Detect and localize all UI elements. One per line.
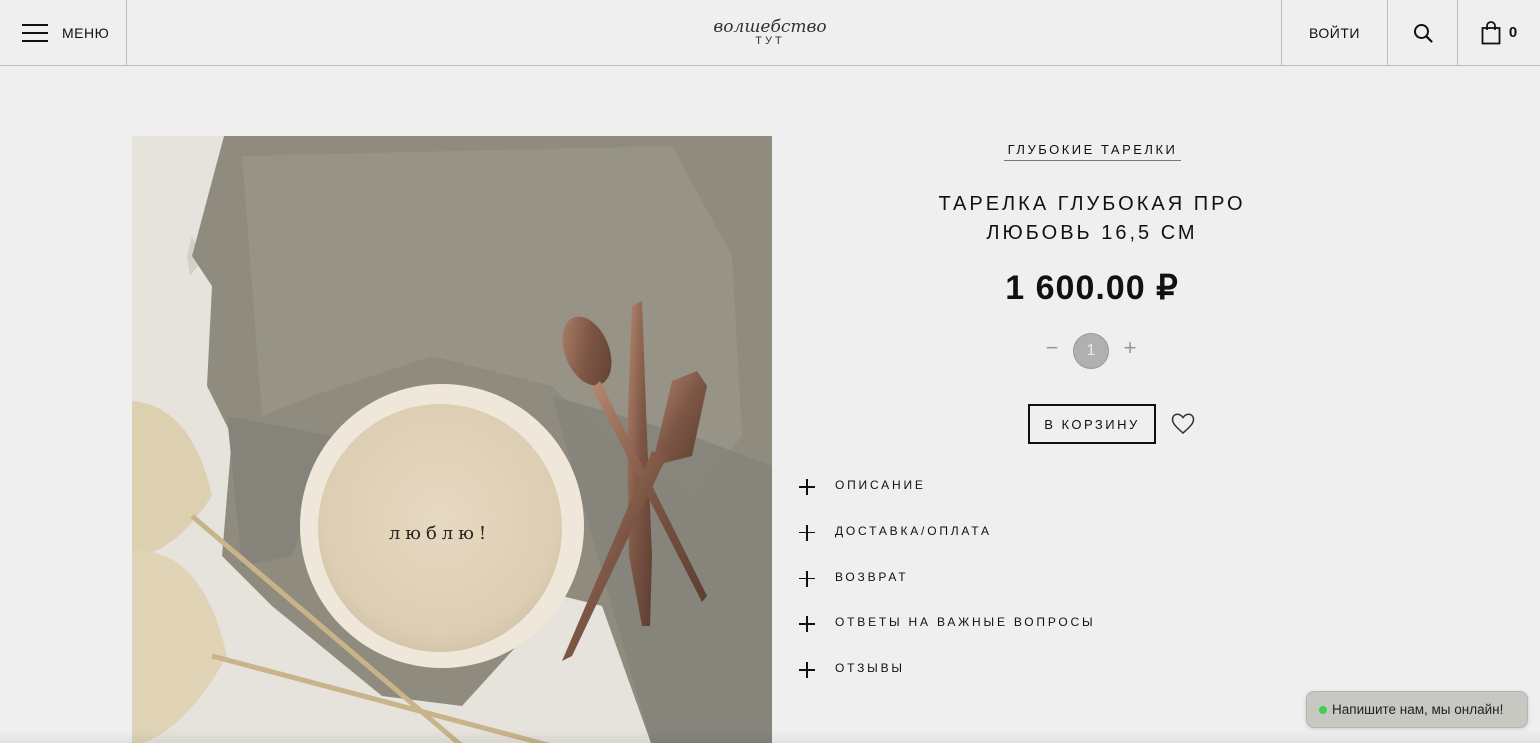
cart-button[interactable]: 0 <box>1458 0 1540 65</box>
accordion-label: ОТЗЫВЫ <box>835 661 905 676</box>
accordion-item-returns[interactable]: ВОЗВРАТ <box>798 564 1218 610</box>
cart-count: 0 <box>1508 24 1518 41</box>
login-label: ВОЙТИ <box>1309 24 1360 41</box>
search-icon <box>1413 23 1433 43</box>
login-button[interactable]: ВОЙТИ <box>1281 0 1388 65</box>
favorite-button[interactable] <box>1171 413 1195 435</box>
add-to-cart-button[interactable]: В КОРЗИНУ <box>1028 404 1156 444</box>
accordion-item-delivery[interactable]: ДОСТАВКА/ОПЛАТА <box>798 518 1218 564</box>
online-status-dot <box>1319 705 1327 714</box>
site-header: МЕНЮ волшебство ТУТ ВОЙТИ 0 <box>0 0 1540 66</box>
product-photo: люблю! <box>132 136 772 743</box>
accordion-label: ОПИСАНИЕ <box>835 478 926 492</box>
plus-icon <box>798 615 816 633</box>
product-details-accordion: ОПИСАНИЕ ДОСТАВКА/ОПЛАТА ВОЗВРАТ ОТВЕТЫ … <box>798 472 1218 701</box>
accordion-label: ОТВЕТЫ НА ВАЖНЫЕ ВОПРОСЫ <box>835 615 1096 630</box>
quantity-value[interactable]: 1 <box>1073 333 1109 369</box>
quantity-decrease-button[interactable]: − <box>1040 335 1064 363</box>
quantity-increase-button[interactable]: + <box>1118 335 1142 363</box>
product-category-link[interactable]: ГЛУБОКИЕ ТАРЕЛКИ <box>1004 142 1181 161</box>
plus-icon <box>798 524 816 542</box>
plus-icon <box>798 478 816 496</box>
chat-widget-label: Напишите нам, мы онлайн! <box>1332 702 1504 717</box>
accordion-item-reviews[interactable]: ОТЗЫВЫ <box>798 655 1218 701</box>
accordion-label: ДОСТАВКА/ОПЛАТА <box>835 523 992 538</box>
accordion-item-faq[interactable]: ОТВЕТЫ НА ВАЖНЫЕ ВОПРОСЫ <box>798 609 1218 655</box>
accordion-label: ВОЗВРАТ <box>835 569 909 584</box>
plus-icon <box>798 570 816 588</box>
search-button[interactable] <box>1388 0 1458 65</box>
logo-script: волшебство <box>713 17 827 37</box>
site-logo[interactable]: волшебство ТУТ <box>700 0 840 65</box>
product-price: 1 600.00 ₽ <box>1005 269 1179 307</box>
quantity-stepper: − 1 + <box>1040 333 1144 369</box>
product-image[interactable]: люблю! <box>132 136 772 743</box>
chat-widget-button[interactable]: Напишите нам, мы онлайн! <box>1306 691 1528 728</box>
product-title: ТАРЕЛКА ГЛУБОКАЯ ПРО ЛЮБОВЬ 16,5 СМ <box>872 190 1312 248</box>
product-title-line-1: ТАРЕЛКА ГЛУБОКАЯ ПРО <box>938 193 1246 215</box>
heart-icon <box>1171 413 1195 434</box>
menu-button[interactable]: МЕНЮ <box>0 0 127 65</box>
accordion-item-description[interactable]: ОПИСАНИЕ <box>798 472 1218 518</box>
menu-label: МЕНЮ <box>62 24 110 41</box>
logo-subtitle: ТУТ <box>755 35 785 47</box>
plate-inscription: люблю! <box>389 523 491 544</box>
shopping-bag-icon <box>1481 20 1501 44</box>
product-title-line-2: ЛЮБОВЬ 16,5 СМ <box>986 222 1198 244</box>
plus-icon <box>798 661 816 679</box>
hamburger-icon <box>22 23 48 43</box>
